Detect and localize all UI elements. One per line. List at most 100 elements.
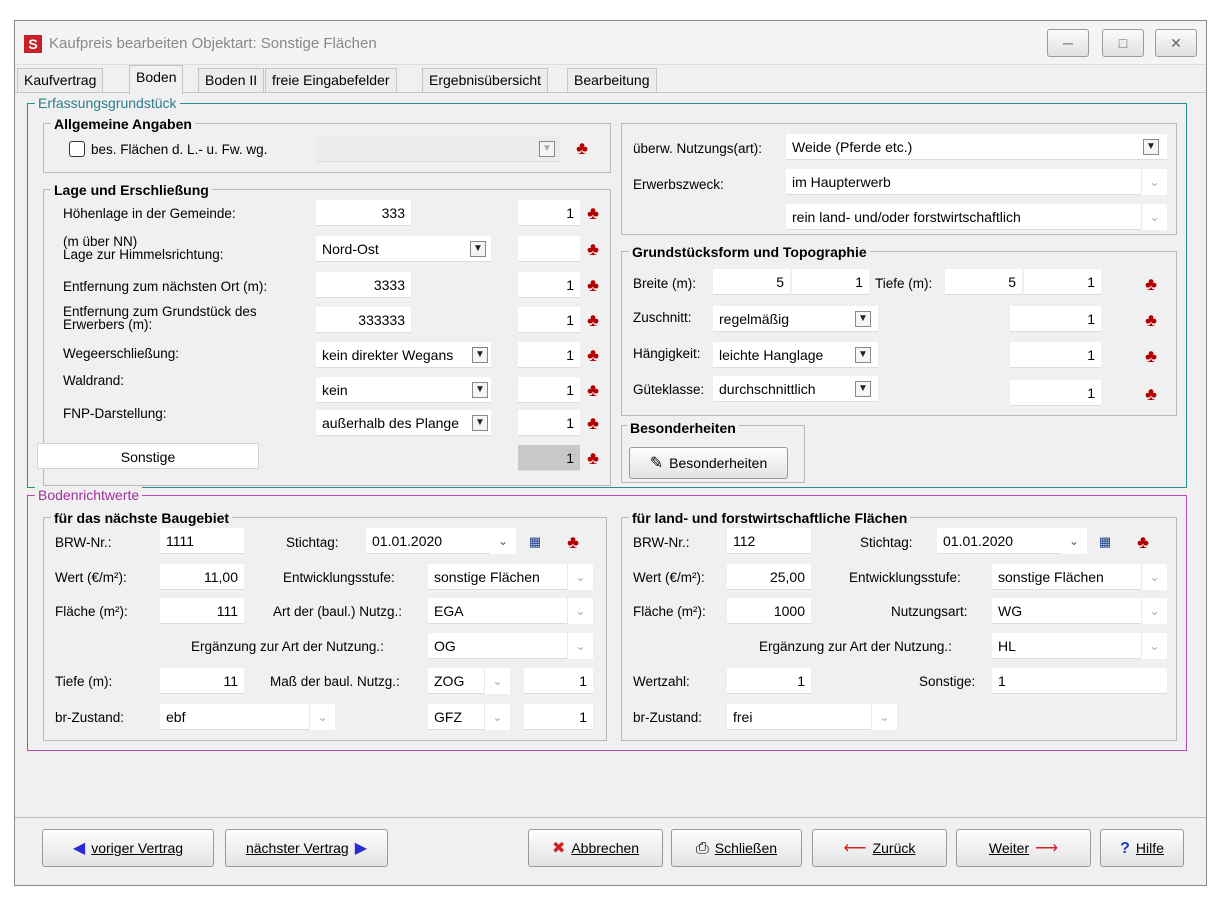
form-title: Grundstücksform und Topographie — [629, 244, 870, 260]
chevron-down-icon[interactable]: ⌄ — [871, 704, 897, 730]
tab-freie-eingabefelder[interactable]: freie Eingabefelder — [265, 68, 397, 92]
tab-boden[interactable]: Boden — [129, 65, 184, 94]
lf-wertzahl-input[interactable]: 1 — [727, 668, 811, 694]
lage-value-erwerber[interactable]: 333333 — [316, 307, 411, 333]
lage-value-hoehe[interactable]: 333 — [316, 200, 411, 226]
dropdown-arrow-icon[interactable]: ▼ — [472, 347, 488, 363]
dropdown-arrow-icon[interactable]: ▼ — [539, 141, 555, 157]
close-icon[interactable]: ✕ — [1155, 29, 1197, 57]
help-book-icon[interactable]: ♣ — [582, 447, 604, 469]
minimize-icon[interactable]: ─ — [1047, 29, 1089, 57]
chevron-down-icon[interactable]: ⌄ — [1141, 169, 1167, 195]
dropdown-arrow-icon[interactable]: ▼ — [472, 382, 488, 398]
forward-button[interactable]: Weiter ⟶ — [956, 829, 1091, 867]
bes-flaechen-checkbox[interactable] — [69, 141, 85, 157]
dropdown-arrow-icon[interactable]: ▼ — [855, 381, 871, 397]
chevron-down-icon[interactable]: ⌄ — [567, 598, 593, 624]
bau-nr-input[interactable]: 1111 — [160, 528, 244, 554]
lage-value-himmelsrichtung[interactable]: Nord-Ost — [316, 236, 491, 262]
breite-value[interactable]: 5 — [713, 269, 790, 295]
chevron-down-icon[interactable]: ⌄ — [567, 633, 593, 659]
calendar-icon[interactable]: ▦ — [1094, 531, 1116, 553]
help-book-icon[interactable]: ♣ — [1140, 309, 1162, 331]
chevron-down-icon[interactable]: ⌄ — [490, 528, 516, 554]
lage-factor-hoehe[interactable]: 1 — [518, 200, 580, 226]
tab-kaufvertrag[interactable]: Kaufvertrag — [17, 68, 104, 92]
bau-mass2-input[interactable]: 1 — [524, 704, 593, 730]
next-contract-button[interactable]: nächster Vertrag ▶ — [225, 829, 388, 867]
lage-factor-himmelsrichtung[interactable] — [518, 236, 580, 262]
lf-flaeche-input[interactable]: 1000 — [727, 598, 811, 624]
help-book-icon[interactable]: ♣ — [1140, 345, 1162, 367]
prev-contract-button[interactable]: ◀ voriger Vertrag — [42, 829, 214, 867]
help-book-icon[interactable]: ♣ — [582, 202, 604, 224]
zuschnitt-factor[interactable]: 1 — [1010, 306, 1101, 332]
tab-bearbeitung[interactable]: Bearbeitung — [567, 68, 657, 92]
chevron-down-icon[interactable]: ⌄ — [567, 564, 593, 590]
bes-flaechen-select[interactable] — [316, 136, 561, 162]
lage-value-ort[interactable]: 3333 — [316, 272, 411, 298]
erwerbszweck-select[interactable]: im Haupterwerb — [786, 169, 1167, 195]
back-button[interactable]: ⟵ Zurück — [812, 829, 947, 867]
help-book-icon[interactable]: ♣ — [1140, 273, 1162, 295]
chevron-down-icon[interactable]: ⌄ — [484, 704, 510, 730]
haengigkeit-factor[interactable]: 1 — [1010, 342, 1101, 368]
lage-value-wege[interactable]: kein direkter Wegans — [316, 342, 491, 368]
sonstige-button[interactable]: Sonstige — [37, 443, 259, 469]
lage-value-wald[interactable]: kein — [316, 377, 491, 403]
close-button[interactable]: ⎙ Schließen — [671, 829, 802, 867]
chevron-down-icon[interactable]: ⌄ — [1061, 528, 1087, 554]
help-book-icon[interactable]: ♣ — [582, 412, 604, 434]
lf-wert-input[interactable]: 25,00 — [727, 564, 811, 590]
haengigkeit-select[interactable]: leichte Hanglage — [713, 342, 878, 368]
gueteklasse-factor[interactable]: 1 — [1010, 380, 1101, 406]
dropdown-arrow-icon[interactable]: ▼ — [855, 347, 871, 363]
help-book-icon[interactable]: ♣ — [582, 344, 604, 366]
dropdown-arrow-icon[interactable]: ▼ — [470, 241, 486, 257]
chevron-down-icon[interactable]: ⌄ — [1141, 204, 1167, 230]
help-book-icon[interactable]: ♣ — [1140, 383, 1162, 405]
cancel-button[interactable]: ✖ Abbrechen — [528, 829, 663, 867]
lage-factor-erwerber[interactable]: 1 — [518, 307, 580, 333]
help-button[interactable]: ? Hilfe — [1100, 829, 1184, 867]
lage-factor-wege[interactable]: 1 — [518, 342, 580, 368]
lf-nr-input[interactable]: 112 — [727, 528, 811, 554]
tab-ergebnisuebersicht[interactable]: Ergebnisübersicht — [422, 68, 549, 92]
lage-value-fnp[interactable]: außerhalb des Plange — [316, 410, 491, 436]
zuschnitt-select[interactable]: regelmäßig — [713, 306, 878, 332]
chevron-down-icon[interactable]: ⌄ — [1141, 633, 1167, 659]
help-book-icon[interactable]: ♣ — [582, 309, 604, 331]
chevron-down-icon[interactable]: ⌄ — [1141, 564, 1167, 590]
lage-factor-ort[interactable]: 1 — [518, 272, 580, 298]
lage-factor-fnp[interactable]: 1 — [518, 410, 580, 436]
calendar-icon[interactable]: ▦ — [524, 531, 546, 553]
help-book-icon[interactable]: ♣ — [582, 379, 604, 401]
besonderheiten-button[interactable]: ✎ Besonderheiten — [629, 447, 788, 479]
bau-tiefe-input[interactable]: 11 — [160, 668, 244, 694]
lf-sonst-input[interactable]: 1 — [992, 668, 1167, 694]
gueteklasse-select[interactable]: durchschnittlich — [713, 376, 878, 402]
help-book-icon[interactable]: ♣ — [562, 531, 584, 553]
chevron-down-icon[interactable]: ⌄ — [1141, 598, 1167, 624]
tiefe-factor[interactable]: 1 — [1024, 269, 1101, 295]
tab-boden-ii[interactable]: Boden II — [198, 68, 265, 92]
dropdown-arrow-icon[interactable]: ▼ — [1143, 139, 1159, 155]
chevron-down-icon[interactable]: ⌄ — [309, 704, 335, 730]
maximize-icon[interactable]: □ — [1102, 29, 1144, 57]
bau-mass1-input[interactable]: 1 — [524, 668, 593, 694]
help-book-icon[interactable]: ♣ — [582, 274, 604, 296]
erwerbszweck2-select[interactable]: rein land- und/oder forstwirtschaftlich — [786, 204, 1167, 230]
bau-flaeche-input[interactable]: 111 — [160, 598, 244, 624]
tiefe-value[interactable]: 5 — [945, 269, 1022, 295]
chevron-down-icon[interactable]: ⌄ — [484, 668, 510, 694]
lage-factor-wald[interactable]: 1 — [518, 377, 580, 403]
dropdown-arrow-icon[interactable]: ▼ — [472, 415, 488, 431]
help-book-icon[interactable]: ♣ — [571, 137, 593, 159]
help-book-icon[interactable]: ♣ — [582, 238, 604, 260]
dropdown-arrow-icon[interactable]: ▼ — [855, 311, 871, 327]
nutzung-select[interactable]: Weide (Pferde etc.) — [786, 134, 1167, 160]
bau-wert-input[interactable]: 11,00 — [160, 564, 244, 590]
help-book-icon[interactable]: ♣ — [1132, 531, 1154, 553]
breite-factor[interactable]: 1 — [792, 269, 869, 295]
lage-label-ort: Entfernung zum nächsten Ort (m): — [63, 279, 268, 294]
